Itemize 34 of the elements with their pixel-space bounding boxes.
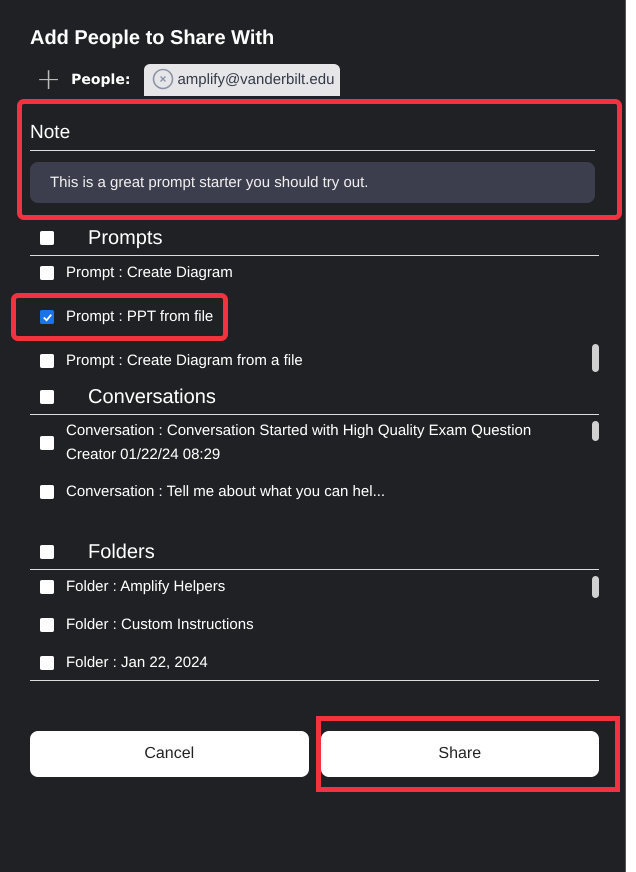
item-label: Prompt : Create Diagram from a file	[66, 351, 303, 371]
section-title: Folders	[88, 540, 155, 564]
checkbox[interactable]	[40, 390, 54, 404]
remove-icon[interactable]	[152, 68, 174, 90]
share-button[interactable]: Share	[320, 731, 599, 777]
checkbox[interactable]	[40, 310, 54, 324]
section-title: Prompts	[88, 226, 162, 250]
note-field[interactable]: This is a great prompt starter you should try out.	[30, 162, 595, 203]
email-chip[interactable]: amplify@vanderbilt.edu	[144, 64, 340, 96]
checkbox[interactable]	[40, 545, 54, 559]
section-title: Conversations	[88, 386, 216, 408]
scrollbar-thumb[interactable]	[592, 576, 599, 598]
checkbox[interactable]	[40, 656, 54, 670]
dialog-title: Add People to Share With	[30, 26, 276, 51]
item-label: Folder : Jan 22, 2024	[66, 653, 208, 673]
item-label: Prompt : Create Diagram	[66, 263, 233, 283]
item-label: Prompt : PPT from file	[66, 307, 214, 327]
checkbox[interactable]	[40, 231, 54, 245]
people-label: People:	[71, 72, 130, 88]
checkbox[interactable]	[40, 580, 54, 594]
cancel-button[interactable]: Cancel	[30, 731, 308, 777]
checkbox[interactable]	[40, 618, 54, 632]
item-label: Folder : Amplify Helpers	[66, 577, 226, 597]
checkbox[interactable]	[40, 436, 54, 450]
scrollbar-thumb[interactable]	[592, 421, 599, 441]
checkbox[interactable]	[40, 354, 54, 368]
add-icon[interactable]: +	[36, 66, 62, 94]
checkbox[interactable]	[40, 485, 54, 499]
item-label: Conversation : Tell me about what you can hel...	[66, 482, 386, 502]
checkbox[interactable]	[40, 266, 54, 280]
note-label: Note	[30, 121, 72, 145]
scrollbar-thumb[interactable]	[592, 344, 599, 372]
item-label: Conversation : Conversation Started with High Quality Exam Question Creator 01/22/24 08:29	[66, 421, 532, 465]
item-label: Folder : Custom Instructions	[66, 615, 254, 635]
